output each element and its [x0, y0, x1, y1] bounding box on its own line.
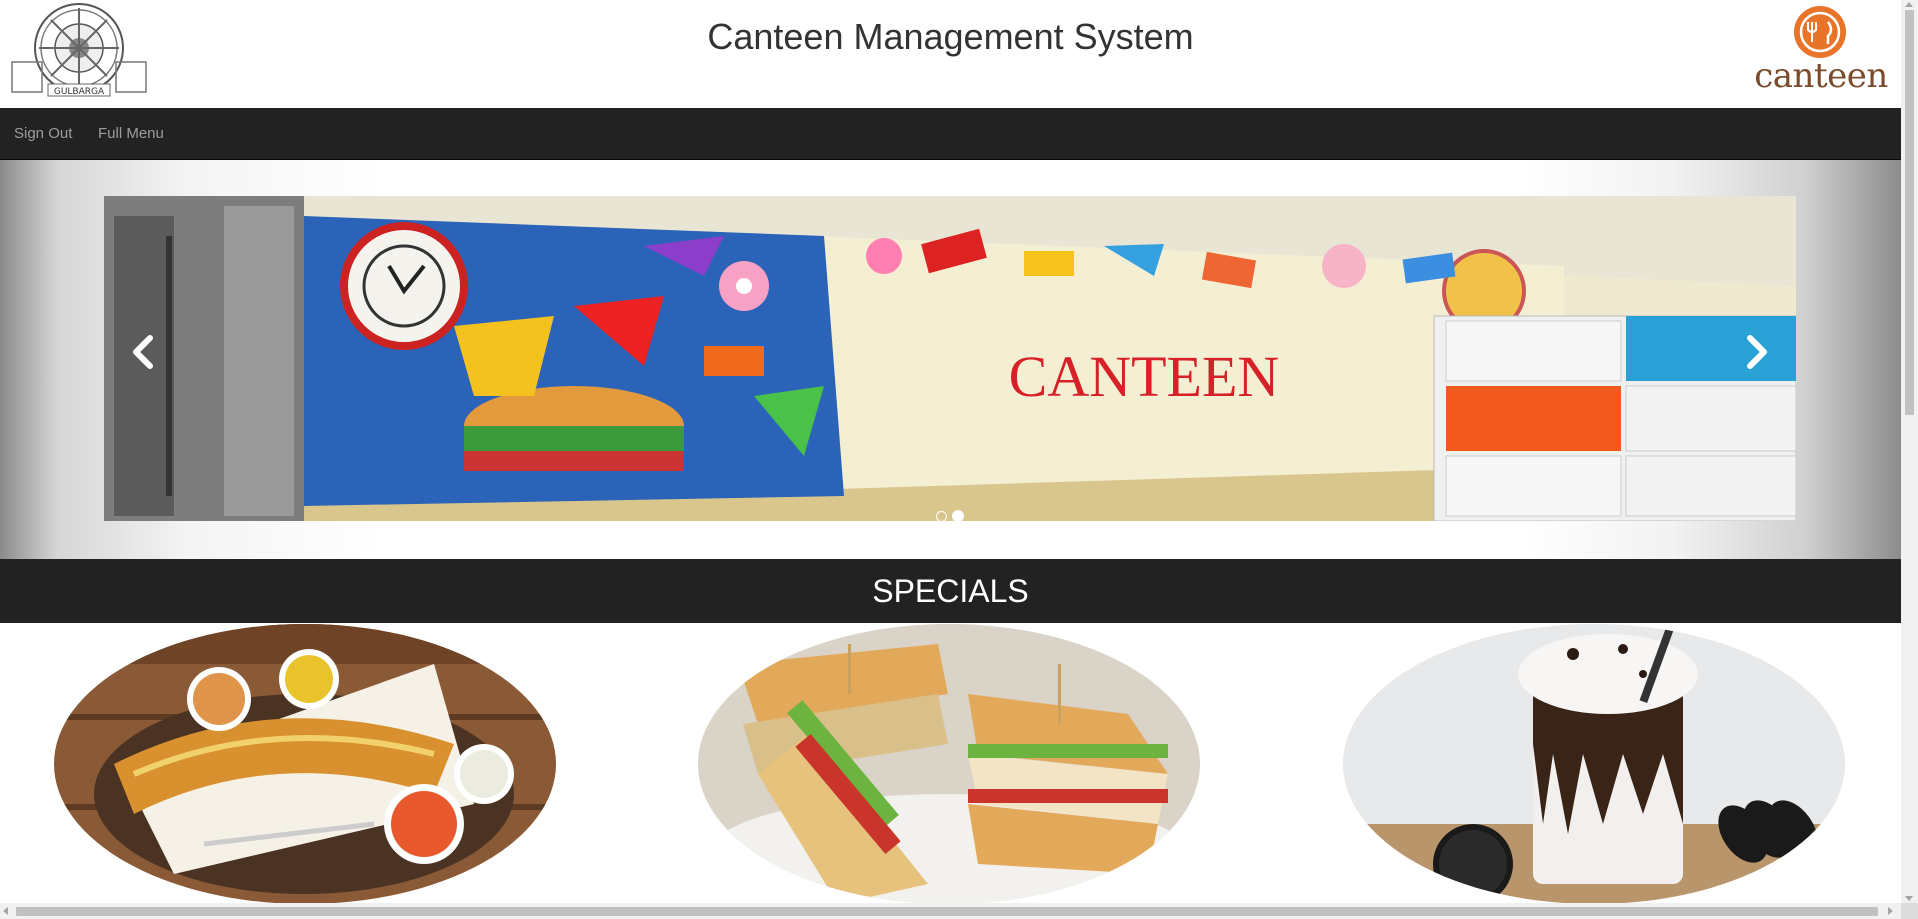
- image-carousel: CANTEEN: [0, 160, 1901, 559]
- scroll-down-icon[interactable]: [1905, 896, 1913, 901]
- dosa-image: [54, 624, 556, 903]
- specials-title: SPECIALS: [872, 573, 1029, 609]
- carousel-indicator-1[interactable]: [936, 511, 947, 522]
- carousel-indicator-2[interactable]: [952, 510, 964, 522]
- header: GULBARGA Canteen Management System cante…: [0, 0, 1901, 108]
- milkshake-image: [1343, 624, 1845, 903]
- scroll-left-icon[interactable]: [3, 907, 8, 915]
- navbar: Sign Out Full Menu: [0, 108, 1901, 160]
- chevron-left-icon[interactable]: [124, 332, 164, 372]
- slide-text: CANTEEN: [1009, 344, 1280, 409]
- scroll-right-icon[interactable]: [1888, 907, 1893, 915]
- special-item-dosa[interactable]: [54, 624, 556, 903]
- horizontal-scrollbar[interactable]: [0, 903, 1918, 919]
- special-item-sandwich[interactable]: [698, 624, 1200, 903]
- vertical-scroll-thumb[interactable]: [1905, 10, 1914, 415]
- sign-out-link[interactable]: Sign Out: [14, 108, 72, 160]
- scrollbar-corner: [1901, 903, 1918, 919]
- full-menu-link[interactable]: Full Menu: [98, 108, 164, 160]
- brand-wordmark: canteen: [1754, 56, 1888, 96]
- carousel-slide: CANTEEN: [104, 196, 1796, 521]
- sandwich-image: [698, 624, 1200, 903]
- canteen-mural-image: CANTEEN: [104, 196, 1796, 521]
- page: GULBARGA Canteen Management System cante…: [0, 0, 1901, 903]
- page-title: Canteen Management System: [707, 16, 1194, 57]
- specials-banner: SPECIALS: [0, 559, 1901, 623]
- vertical-scrollbar[interactable]: [1901, 0, 1918, 903]
- horizontal-scroll-thumb[interactable]: [16, 907, 1878, 916]
- scroll-up-icon[interactable]: [1905, 2, 1913, 7]
- chevron-right-icon[interactable]: [1736, 332, 1776, 372]
- special-item-milkshake[interactable]: [1343, 624, 1845, 903]
- college-logo-text: GULBARGA: [54, 87, 105, 97]
